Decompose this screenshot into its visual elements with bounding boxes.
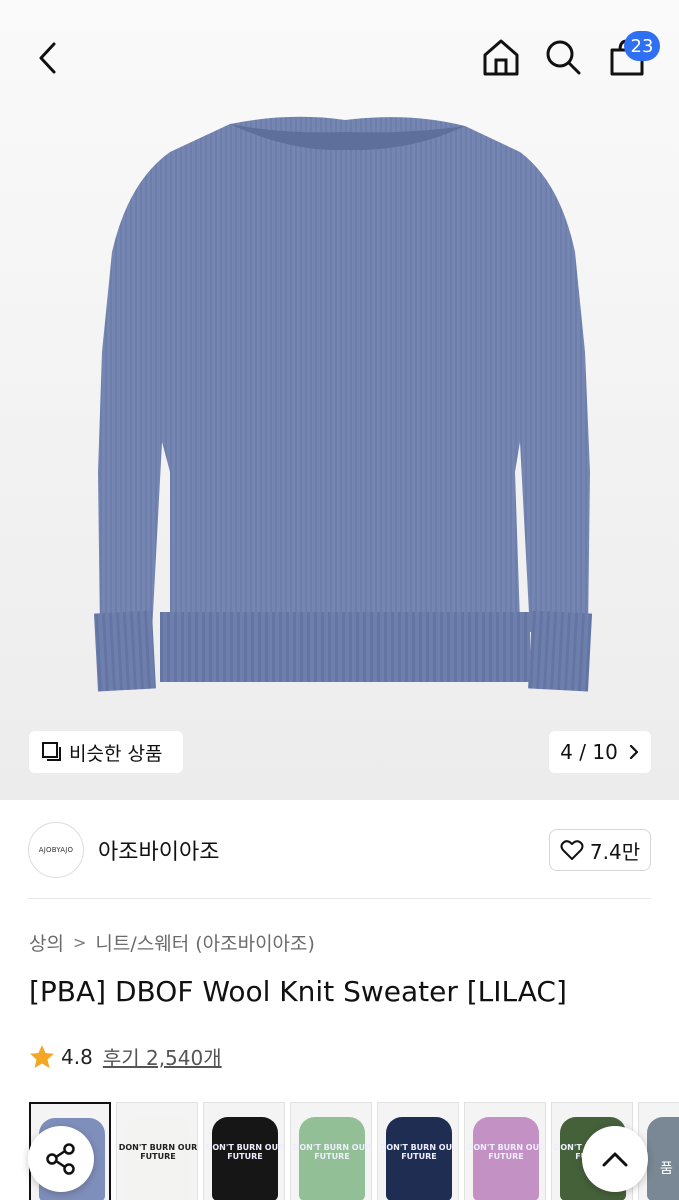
brand-name[interactable]: 아조바이아조 [98, 834, 219, 866]
share-icon [46, 1143, 75, 1175]
breadcrumb-subcategory[interactable]: 니트/스웨터 (아조바이아조) [95, 929, 315, 956]
product-image-gallery[interactable]: 23 비슷한 상품 4 / 10 [0, 0, 679, 800]
image-counter[interactable]: 4 / 10 [549, 731, 651, 773]
color-thumbnail[interactable]: DON'T BURN OUR FUTURE [377, 1102, 459, 1200]
copy-icon [42, 742, 61, 761]
search-icon [546, 40, 581, 75]
star-icon [30, 1045, 54, 1068]
brand-row: AJOBYAJO 아조바이아조 7.4만 [0, 800, 679, 898]
breadcrumb-category[interactable]: 상의 [29, 929, 64, 956]
chevron-right-icon: > [72, 933, 87, 952]
color-thumbnail[interactable]: DON'T BURN OUR FUTURE [290, 1102, 372, 1200]
thumbnail-print-text: DON'T BURN OUR FUTURE [466, 1143, 546, 1161]
product-title: [PBA] DBOF Wool Knit Sweater [LILAC] [29, 975, 567, 1008]
chevron-right-icon [629, 744, 638, 760]
home-button[interactable] [478, 34, 524, 80]
divider [28, 898, 651, 899]
search-button[interactable] [540, 34, 586, 80]
color-options: DON'T BURN OUR FUTURE DON'T BURN OUR FUTU… [29, 1102, 679, 1200]
back-button[interactable] [26, 36, 70, 80]
brand-logo[interactable]: AJOBYAJO [28, 822, 84, 878]
like-button[interactable]: 7.4만 [549, 829, 651, 871]
thumbnail-print-text: DON'T BURN OUR FUTURE [292, 1143, 372, 1161]
similar-products-label: 비슷한 상품 [69, 742, 163, 765]
chevron-left-icon [39, 42, 56, 74]
scroll-to-top-button[interactable] [582, 1126, 648, 1192]
side-label: 품 [660, 1161, 673, 1177]
heart-icon [560, 840, 584, 860]
color-thumbnail[interactable]: DON'T BURN OUR FUTURE [203, 1102, 285, 1200]
thumbnail-print-text: DON'T BURN OUR FUTURE [118, 1143, 198, 1161]
rating-row: 4.8 후기 2,540개 [29, 1042, 222, 1071]
thumbnail-print-text: DON'T BURN OUR FUTURE [379, 1143, 459, 1161]
home-icon [483, 39, 519, 76]
image-counter-text: 4 / 10 [560, 740, 618, 764]
cart-count-badge: 23 [624, 31, 660, 61]
like-count: 7.4만 [589, 839, 641, 864]
breadcrumb: 상의 > 니트/스웨터 (아조바이아조) [29, 929, 315, 956]
rating-score: 4.8 [61, 1044, 93, 1069]
similar-products-button[interactable]: 비슷한 상품 [29, 731, 183, 773]
review-link[interactable]: 후기 2,540개 [103, 1042, 222, 1071]
color-thumbnail[interactable]: DON'T BURN OUR FUTURE [464, 1102, 546, 1200]
thumbnail-print-text: DON'T BURN OUR FUTURE [205, 1143, 285, 1161]
product-image [93, 116, 593, 692]
color-thumbnail[interactable]: DON'T BURN OUR FUTURE [116, 1102, 198, 1200]
chevron-up-icon [602, 1152, 628, 1167]
top-navigation-bar: 23 [0, 0, 679, 110]
share-button[interactable] [28, 1126, 94, 1192]
